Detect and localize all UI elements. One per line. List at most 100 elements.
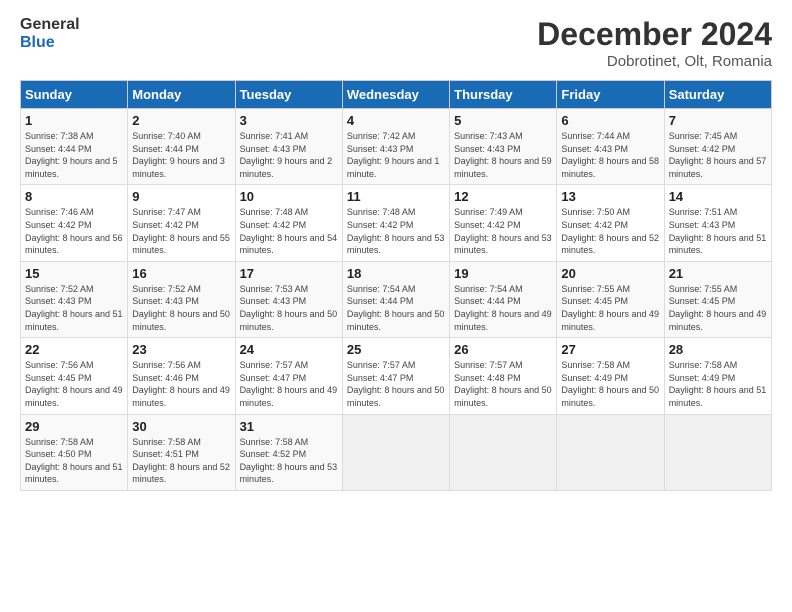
calendar-cell: 24 Sunrise: 7:57 AMSunset: 4:47 PMDaylig… — [235, 338, 342, 414]
calendar-week-4: 22 Sunrise: 7:56 AMSunset: 4:45 PMDaylig… — [21, 338, 772, 414]
calendar-cell: 17 Sunrise: 7:53 AMSunset: 4:43 PMDaylig… — [235, 261, 342, 337]
day-detail: Sunrise: 7:55 AMSunset: 4:45 PMDaylight:… — [561, 284, 659, 332]
header: General Blue December 2024 Dobrotinet, O… — [20, 16, 772, 70]
calendar-cell — [342, 414, 449, 490]
day-detail: Sunrise: 7:57 AMSunset: 4:47 PMDaylight:… — [240, 360, 338, 408]
weekday-header-sunday: Sunday — [21, 81, 128, 109]
day-number: 22 — [25, 342, 123, 357]
calendar-cell: 28 Sunrise: 7:58 AMSunset: 4:49 PMDaylig… — [664, 338, 771, 414]
day-number: 29 — [25, 419, 123, 434]
calendar-cell: 26 Sunrise: 7:57 AMSunset: 4:48 PMDaylig… — [450, 338, 557, 414]
calendar-cell: 11 Sunrise: 7:48 AMSunset: 4:42 PMDaylig… — [342, 185, 449, 261]
calendar-body: 1 Sunrise: 7:38 AMSunset: 4:44 PMDayligh… — [21, 109, 772, 491]
calendar-cell: 30 Sunrise: 7:58 AMSunset: 4:51 PMDaylig… — [128, 414, 235, 490]
day-number: 18 — [347, 266, 445, 281]
day-number: 8 — [25, 189, 123, 204]
calendar-cell: 8 Sunrise: 7:46 AMSunset: 4:42 PMDayligh… — [21, 185, 128, 261]
day-detail: Sunrise: 7:48 AMSunset: 4:42 PMDaylight:… — [347, 207, 445, 255]
calendar-cell: 31 Sunrise: 7:58 AMSunset: 4:52 PMDaylig… — [235, 414, 342, 490]
calendar-cell: 20 Sunrise: 7:55 AMSunset: 4:45 PMDaylig… — [557, 261, 664, 337]
day-detail: Sunrise: 7:49 AMSunset: 4:42 PMDaylight:… — [454, 207, 552, 255]
weekday-header-thursday: Thursday — [450, 81, 557, 109]
day-detail: Sunrise: 7:56 AMSunset: 4:45 PMDaylight:… — [25, 360, 123, 408]
weekday-header-monday: Monday — [128, 81, 235, 109]
day-number: 20 — [561, 266, 659, 281]
logo-text-blue: Blue — [20, 34, 80, 52]
day-detail: Sunrise: 7:40 AMSunset: 4:44 PMDaylight:… — [132, 131, 225, 179]
calendar-table: SundayMondayTuesdayWednesdayThursdayFrid… — [20, 80, 772, 491]
calendar-cell: 3 Sunrise: 7:41 AMSunset: 4:43 PMDayligh… — [235, 109, 342, 185]
day-number: 10 — [240, 189, 338, 204]
day-detail: Sunrise: 7:38 AMSunset: 4:44 PMDaylight:… — [25, 131, 118, 179]
day-detail: Sunrise: 7:58 AMSunset: 4:52 PMDaylight:… — [240, 437, 338, 485]
day-number: 23 — [132, 342, 230, 357]
day-detail: Sunrise: 7:57 AMSunset: 4:48 PMDaylight:… — [454, 360, 552, 408]
calendar-cell: 9 Sunrise: 7:47 AMSunset: 4:42 PMDayligh… — [128, 185, 235, 261]
calendar-cell: 29 Sunrise: 7:58 AMSunset: 4:50 PMDaylig… — [21, 414, 128, 490]
calendar-cell: 6 Sunrise: 7:44 AMSunset: 4:43 PMDayligh… — [557, 109, 664, 185]
day-number: 6 — [561, 113, 659, 128]
day-number: 19 — [454, 266, 552, 281]
calendar-week-1: 1 Sunrise: 7:38 AMSunset: 4:44 PMDayligh… — [21, 109, 772, 185]
day-number: 4 — [347, 113, 445, 128]
weekday-header-wednesday: Wednesday — [342, 81, 449, 109]
day-detail: Sunrise: 7:57 AMSunset: 4:47 PMDaylight:… — [347, 360, 445, 408]
day-detail: Sunrise: 7:56 AMSunset: 4:46 PMDaylight:… — [132, 360, 230, 408]
weekday-header-friday: Friday — [557, 81, 664, 109]
calendar-cell: 25 Sunrise: 7:57 AMSunset: 4:47 PMDaylig… — [342, 338, 449, 414]
calendar-cell: 18 Sunrise: 7:54 AMSunset: 4:44 PMDaylig… — [342, 261, 449, 337]
calendar-cell: 15 Sunrise: 7:52 AMSunset: 4:43 PMDaylig… — [21, 261, 128, 337]
calendar-cell: 19 Sunrise: 7:54 AMSunset: 4:44 PMDaylig… — [450, 261, 557, 337]
day-number: 26 — [454, 342, 552, 357]
day-number: 30 — [132, 419, 230, 434]
day-detail: Sunrise: 7:43 AMSunset: 4:43 PMDaylight:… — [454, 131, 552, 179]
location-title: Dobrotinet, Olt, Romania — [537, 53, 772, 70]
calendar-cell: 10 Sunrise: 7:48 AMSunset: 4:42 PMDaylig… — [235, 185, 342, 261]
day-number: 14 — [669, 189, 767, 204]
calendar-cell: 2 Sunrise: 7:40 AMSunset: 4:44 PMDayligh… — [128, 109, 235, 185]
day-detail: Sunrise: 7:44 AMSunset: 4:43 PMDaylight:… — [561, 131, 659, 179]
day-detail: Sunrise: 7:46 AMSunset: 4:42 PMDaylight:… — [25, 207, 123, 255]
day-number: 28 — [669, 342, 767, 357]
day-detail: Sunrise: 7:42 AMSunset: 4:43 PMDaylight:… — [347, 131, 440, 179]
day-number: 13 — [561, 189, 659, 204]
day-number: 27 — [561, 342, 659, 357]
weekday-header-row: SundayMondayTuesdayWednesdayThursdayFrid… — [21, 81, 772, 109]
day-detail: Sunrise: 7:58 AMSunset: 4:49 PMDaylight:… — [669, 360, 767, 408]
calendar-cell: 14 Sunrise: 7:51 AMSunset: 4:43 PMDaylig… — [664, 185, 771, 261]
day-number: 11 — [347, 189, 445, 204]
day-detail: Sunrise: 7:54 AMSunset: 4:44 PMDaylight:… — [347, 284, 445, 332]
calendar-cell: 7 Sunrise: 7:45 AMSunset: 4:42 PMDayligh… — [664, 109, 771, 185]
day-detail: Sunrise: 7:52 AMSunset: 4:43 PMDaylight:… — [132, 284, 230, 332]
logo: General Blue — [20, 16, 80, 51]
weekday-header-saturday: Saturday — [664, 81, 771, 109]
day-number: 16 — [132, 266, 230, 281]
calendar-cell: 21 Sunrise: 7:55 AMSunset: 4:45 PMDaylig… — [664, 261, 771, 337]
calendar-cell — [450, 414, 557, 490]
day-detail: Sunrise: 7:50 AMSunset: 4:42 PMDaylight:… — [561, 207, 659, 255]
weekday-header-tuesday: Tuesday — [235, 81, 342, 109]
title-block: December 2024 Dobrotinet, Olt, Romania — [537, 16, 772, 70]
calendar-cell: 22 Sunrise: 7:56 AMSunset: 4:45 PMDaylig… — [21, 338, 128, 414]
calendar-cell: 1 Sunrise: 7:38 AMSunset: 4:44 PMDayligh… — [21, 109, 128, 185]
day-detail: Sunrise: 7:52 AMSunset: 4:43 PMDaylight:… — [25, 284, 123, 332]
day-number: 1 — [25, 113, 123, 128]
calendar-cell: 4 Sunrise: 7:42 AMSunset: 4:43 PMDayligh… — [342, 109, 449, 185]
day-detail: Sunrise: 7:48 AMSunset: 4:42 PMDaylight:… — [240, 207, 338, 255]
logo-text-general: General — [20, 16, 80, 34]
day-number: 3 — [240, 113, 338, 128]
day-number: 2 — [132, 113, 230, 128]
day-number: 25 — [347, 342, 445, 357]
calendar-cell: 23 Sunrise: 7:56 AMSunset: 4:46 PMDaylig… — [128, 338, 235, 414]
day-detail: Sunrise: 7:58 AMSunset: 4:49 PMDaylight:… — [561, 360, 659, 408]
calendar-week-2: 8 Sunrise: 7:46 AMSunset: 4:42 PMDayligh… — [21, 185, 772, 261]
day-detail: Sunrise: 7:58 AMSunset: 4:50 PMDaylight:… — [25, 437, 123, 485]
day-number: 15 — [25, 266, 123, 281]
day-number: 31 — [240, 419, 338, 434]
calendar-cell: 16 Sunrise: 7:52 AMSunset: 4:43 PMDaylig… — [128, 261, 235, 337]
day-detail: Sunrise: 7:45 AMSunset: 4:42 PMDaylight:… — [669, 131, 767, 179]
month-title: December 2024 — [537, 16, 772, 53]
logo-graphic: General Blue — [20, 16, 80, 51]
calendar-cell: 27 Sunrise: 7:58 AMSunset: 4:49 PMDaylig… — [557, 338, 664, 414]
day-number: 7 — [669, 113, 767, 128]
